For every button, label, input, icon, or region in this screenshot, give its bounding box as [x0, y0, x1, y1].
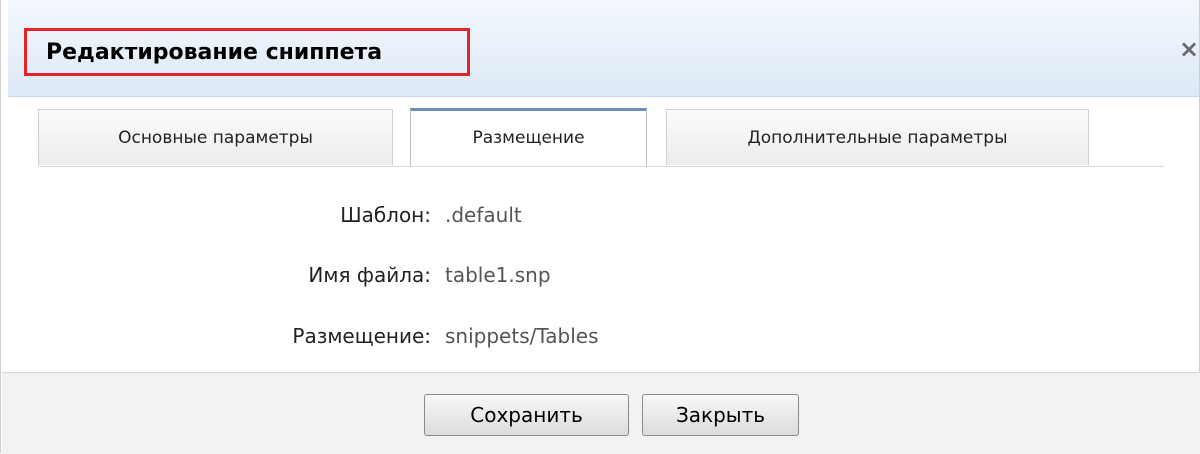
template-value: .default: [445, 203, 522, 227]
filename-row: Имя файла: table1.snp: [1, 263, 1200, 293]
tab-additional-parameters[interactable]: Дополнительные параметры: [666, 109, 1089, 165]
location-label: Размещение:: [292, 324, 431, 348]
location-row: Размещение: snippets/Tables: [1, 324, 1200, 354]
filename-value: table1.snp: [445, 263, 551, 287]
close-icon[interactable]: ×: [1174, 34, 1200, 64]
dialog-titlebar: Редактирование сниппета ×: [8, 0, 1199, 97]
save-button[interactable]: Сохранить: [424, 394, 629, 436]
filename-label: Имя файла:: [308, 263, 431, 287]
close-button[interactable]: Закрыть: [642, 394, 799, 436]
dialog-title: Редактирование сниппета: [46, 40, 383, 65]
location-value: snippets/Tables: [445, 324, 599, 348]
dialog-footer: Сохранить Закрыть: [2, 372, 1200, 454]
tab-bar: Основные параметры Размещение Дополнител…: [38, 96, 1164, 167]
template-row: Шаблон: .default: [1, 203, 1200, 233]
edit-snippet-dialog: Редактирование сниппета × Основные парам…: [0, 0, 1200, 454]
tab-placement[interactable]: Размещение: [410, 108, 647, 166]
template-label: Шаблон:: [340, 203, 431, 227]
tab-basic-parameters[interactable]: Основные параметры: [38, 109, 393, 165]
